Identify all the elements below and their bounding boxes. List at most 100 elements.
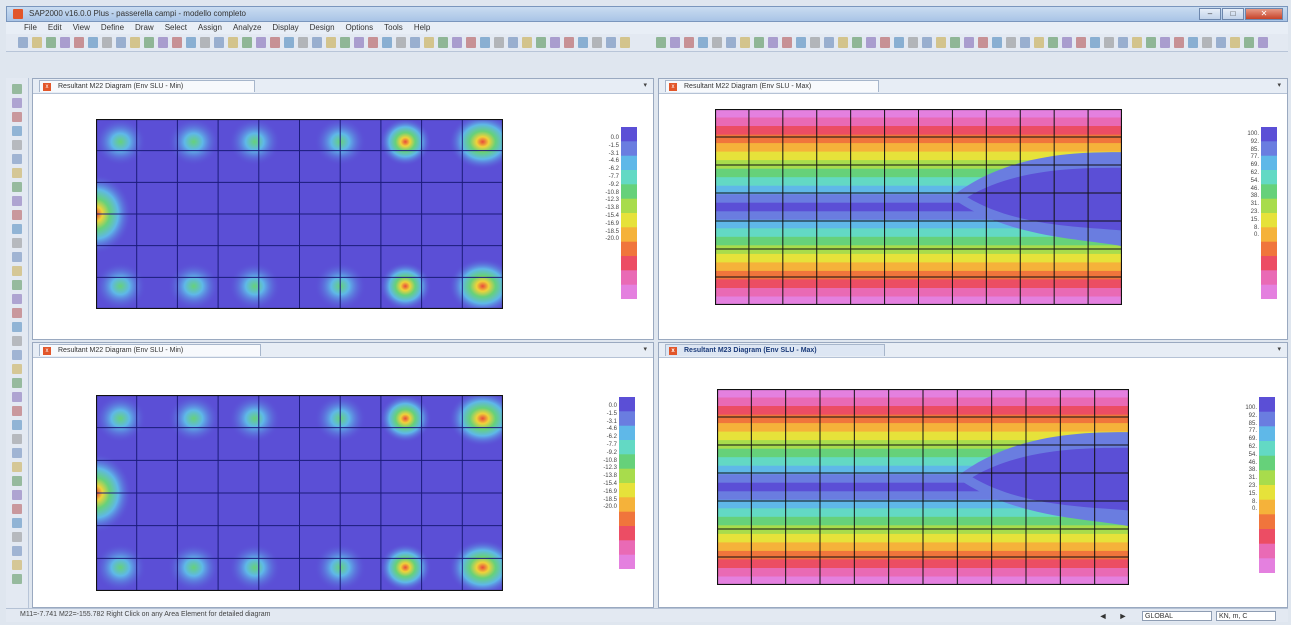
menu-edit[interactable]: Edit: [48, 22, 62, 34]
coordinate-system-select[interactable]: GLOBAL: [1142, 611, 1212, 621]
toolbar-tool-icon[interactable]: [396, 37, 406, 48]
draw-tool-icon[interactable]: [12, 532, 22, 542]
menu-design[interactable]: Design: [310, 22, 335, 34]
toolbar-tool-icon[interactable]: [712, 37, 722, 48]
toolbar-tool-icon[interactable]: [1244, 37, 1254, 48]
pane-menu-icon[interactable]: ▾: [643, 81, 647, 89]
toolbar-tool-icon[interactable]: [852, 37, 862, 48]
toolbar-tool-icon[interactable]: [438, 37, 448, 48]
toolbar-tool-icon[interactable]: [354, 37, 364, 48]
draw-tool-icon[interactable]: [12, 308, 22, 318]
toolbar-tool-icon[interactable]: [1174, 37, 1184, 48]
toolbar-tool-icon[interactable]: [424, 37, 434, 48]
toolbar-tool-icon[interactable]: [130, 37, 140, 48]
toolbar-tool-icon[interactable]: [452, 37, 462, 48]
toolbar-tool-icon[interactable]: [340, 37, 350, 48]
toolbar-tool-icon[interactable]: [1146, 37, 1156, 48]
view-tab-active[interactable]: x Resultant M23 Diagram (Env SLU - Max): [665, 344, 885, 356]
toolbar-tool-icon[interactable]: [270, 37, 280, 48]
toolbar-tool-icon[interactable]: [74, 37, 84, 48]
draw-tool-icon[interactable]: [12, 154, 22, 164]
toolbar-tool-icon[interactable]: [908, 37, 918, 48]
draw-tool-icon[interactable]: [12, 490, 22, 500]
toolbar-tool-icon[interactable]: [950, 37, 960, 48]
toolbar-tool-icon[interactable]: [606, 37, 616, 48]
draw-tool-icon[interactable]: [12, 126, 22, 136]
toolbar-tool-icon[interactable]: [46, 37, 56, 48]
draw-tool-icon[interactable]: [12, 140, 22, 150]
toolbar-tool-icon[interactable]: [880, 37, 890, 48]
toolbar-tool-icon[interactable]: [102, 37, 112, 48]
contour-plot[interactable]: [716, 388, 1130, 586]
toolbar-tool-icon[interactable]: [964, 37, 974, 48]
maximize-button[interactable]: □: [1222, 8, 1244, 20]
toolbar-tool-icon[interactable]: [698, 37, 708, 48]
toolbar-tool-icon[interactable]: [620, 37, 630, 48]
toolbar-tool-icon[interactable]: [284, 37, 294, 48]
contour-plot[interactable]: [60, 390, 517, 596]
toolbar-tool-icon[interactable]: [810, 37, 820, 48]
view-tab[interactable]: x Resultant M22 Diagram (Env SLU - Min): [39, 80, 255, 92]
toolbar-tool-icon[interactable]: [1048, 37, 1058, 48]
menu-display[interactable]: Display: [272, 22, 298, 34]
menu-select[interactable]: Select: [165, 22, 187, 34]
toolbar-tool-icon[interactable]: [754, 37, 764, 48]
draw-tool-icon[interactable]: [12, 98, 22, 108]
toolbar-tool-icon[interactable]: [186, 37, 196, 48]
toolbar-tool-icon[interactable]: [326, 37, 336, 48]
toolbar-tool-icon[interactable]: [936, 37, 946, 48]
toolbar-tool-icon[interactable]: [18, 37, 28, 48]
units-select[interactable]: KN, m, C: [1216, 611, 1276, 621]
menu-file[interactable]: File: [24, 22, 37, 34]
toolbar-tool-icon[interactable]: [214, 37, 224, 48]
contour-plot[interactable]: [60, 113, 517, 315]
minimize-button[interactable]: –: [1199, 8, 1221, 20]
draw-tool-icon[interactable]: [12, 392, 22, 402]
toolbar-tool-icon[interactable]: [564, 37, 574, 48]
draw-tool-icon[interactable]: [12, 406, 22, 416]
toolbar-tool-icon[interactable]: [382, 37, 392, 48]
toolbar-tool-icon[interactable]: [838, 37, 848, 48]
menu-analyze[interactable]: Analyze: [233, 22, 261, 34]
toolbar-tool-icon[interactable]: [796, 37, 806, 48]
draw-tool-icon[interactable]: [12, 252, 22, 262]
view-tab[interactable]: x Resultant M22 Diagram (Env SLU - Max): [665, 80, 879, 92]
toolbar-tool-icon[interactable]: [922, 37, 932, 48]
draw-tool-icon[interactable]: [12, 294, 22, 304]
draw-tool-icon[interactable]: [12, 266, 22, 276]
draw-tool-icon[interactable]: [12, 364, 22, 374]
menu-tools[interactable]: Tools: [384, 22, 403, 34]
toolbar-tool-icon[interactable]: [116, 37, 126, 48]
draw-tool-icon[interactable]: [12, 168, 22, 178]
toolbar-tool-icon[interactable]: [866, 37, 876, 48]
toolbar-tool-icon[interactable]: [508, 37, 518, 48]
draw-tool-icon[interactable]: [12, 476, 22, 486]
toolbar-tool-icon[interactable]: [32, 37, 42, 48]
menu-define[interactable]: Define: [101, 22, 124, 34]
draw-tool-icon[interactable]: [12, 182, 22, 192]
close-tab-icon[interactable]: x: [43, 347, 51, 355]
toolbar-tool-icon[interactable]: [200, 37, 210, 48]
draw-tool-icon[interactable]: [12, 434, 22, 444]
toolbar-tool-icon[interactable]: [1090, 37, 1100, 48]
toolbar-tool-icon[interactable]: [228, 37, 238, 48]
view-tab[interactable]: x Resultant M22 Diagram (Env SLU - Min): [39, 344, 261, 356]
toolbar-tool-icon[interactable]: [466, 37, 476, 48]
toolbar-tool-icon[interactable]: [1062, 37, 1072, 48]
pane-menu-icon[interactable]: ▾: [643, 345, 647, 353]
menu-help[interactable]: Help: [414, 22, 430, 34]
toolbar-tool-icon[interactable]: [536, 37, 546, 48]
toolbar-tool-icon[interactable]: [782, 37, 792, 48]
toolbar-tool-icon[interactable]: [1216, 37, 1226, 48]
toolbar-tool-icon[interactable]: [1006, 37, 1016, 48]
draw-tool-icon[interactable]: [12, 280, 22, 290]
toolbar-tool-icon[interactable]: [1202, 37, 1212, 48]
contour-plot[interactable]: [714, 108, 1123, 306]
next-step-button[interactable]: ►: [1118, 611, 1128, 621]
close-tab-icon[interactable]: x: [669, 83, 677, 91]
draw-tool-icon[interactable]: [12, 196, 22, 206]
pane-menu-icon[interactable]: ▾: [1277, 81, 1281, 89]
toolbar-tool-icon[interactable]: [1118, 37, 1128, 48]
draw-tool-icon[interactable]: [12, 378, 22, 388]
draw-tool-icon[interactable]: [12, 504, 22, 514]
